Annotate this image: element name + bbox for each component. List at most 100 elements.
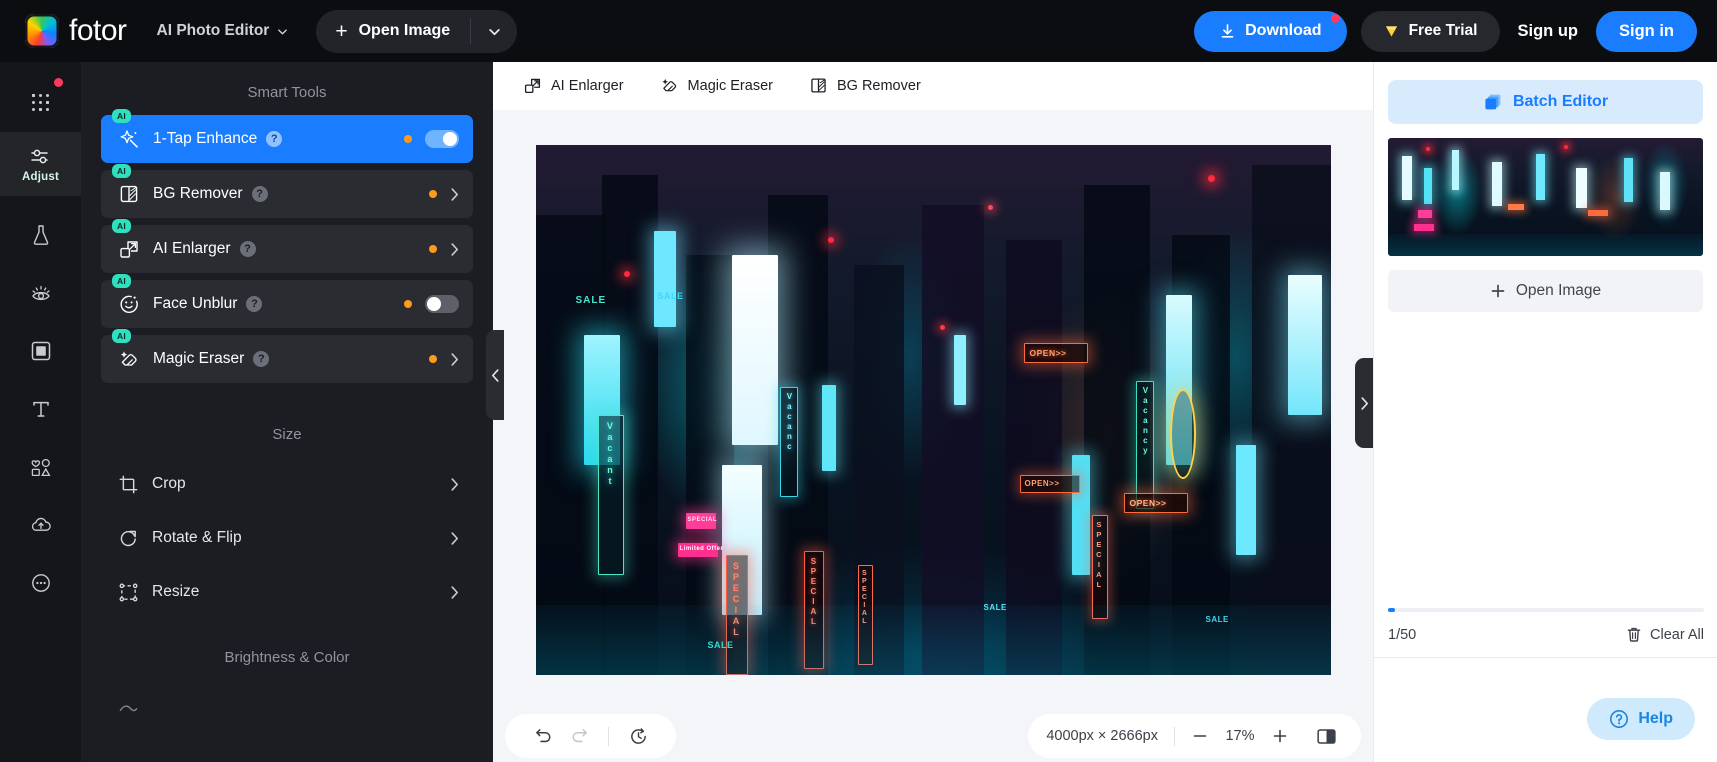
- toggle-knob: [427, 297, 441, 311]
- sidebar-item-apps[interactable]: [0, 74, 81, 132]
- canvas-tool-bg-remover[interactable]: BG Remover: [791, 62, 939, 110]
- panel-item-resize[interactable]: Resize: [101, 565, 473, 619]
- chevron-right-icon[interactable]: [450, 187, 459, 202]
- tool-row-1-tap-enhance[interactable]: AI 1-Tap Enhance ?: [101, 109, 473, 163]
- sliders-icon: [30, 149, 48, 163]
- help-icon[interactable]: ?: [251, 186, 268, 202]
- download-button[interactable]: Download: [1194, 10, 1347, 52]
- canvas-toolbar: AI Enlarger Magic Eraser BG Remover: [493, 62, 1373, 110]
- redo-button[interactable]: [563, 720, 595, 752]
- zoom-in-button[interactable]: [1263, 719, 1297, 753]
- chevron-right-icon[interactable]: [450, 352, 459, 367]
- chevron-left-icon: [491, 368, 499, 382]
- scrollbar-thumb[interactable]: [1388, 608, 1395, 612]
- chevron-down-icon: [488, 28, 500, 35]
- batch-editor-button[interactable]: Batch Editor: [1388, 80, 1703, 124]
- open-image-button[interactable]: + Open Image: [316, 10, 470, 53]
- brand[interactable]: fotor: [25, 14, 127, 48]
- canvas-tool-ai-enlarger[interactable]: AI Enlarger: [505, 62, 642, 110]
- sidebar-item-frame[interactable]: [0, 322, 81, 380]
- panel-item-rotate-flip[interactable]: Rotate & Flip: [101, 511, 473, 565]
- crop-icon: [119, 475, 138, 493]
- edited-image[interactable]: Vacant Vacanc SPECIAL SPECIAL SPECIAL SP…: [535, 145, 1331, 675]
- zoom-value[interactable]: 17%: [1219, 728, 1261, 744]
- plus-icon: +: [335, 19, 348, 43]
- sidebar-item-effects[interactable]: [0, 206, 81, 264]
- help-icon[interactable]: ?: [266, 131, 283, 147]
- left-rail: Adjust: [0, 62, 81, 762]
- image-dimensions: 4000px × 2666px: [1046, 728, 1158, 744]
- tool-row-face-unblur[interactable]: AI Face Unblur ?: [101, 274, 473, 328]
- open-image-button-right[interactable]: Open Image: [1388, 270, 1703, 312]
- panel-item-partial[interactable]: [101, 680, 473, 734]
- chevron-right-icon[interactable]: [450, 585, 459, 600]
- chevron-right-icon[interactable]: [450, 242, 459, 257]
- batch-count: 1/50: [1388, 626, 1417, 643]
- chevron-right-icon[interactable]: [450, 477, 459, 492]
- collapse-panel-handle[interactable]: [486, 330, 504, 420]
- mode-selector[interactable]: AI Photo Editor: [157, 22, 289, 40]
- pro-dot: [404, 300, 412, 308]
- open-image-group: + Open Image: [316, 9, 518, 53]
- tools-panel: Smart Tools AI 1-Tap Enhance ? AI BG Rem…: [81, 62, 493, 762]
- free-trial-button[interactable]: Free Trial: [1360, 10, 1500, 52]
- eraser-icon: [120, 351, 137, 366]
- chevron-right-icon[interactable]: [450, 531, 459, 546]
- zoom-controls: 4000px × 2666px 17%: [1028, 714, 1361, 758]
- face-smile-icon: [120, 295, 138, 314]
- clear-all-button[interactable]: Clear All: [1626, 626, 1704, 643]
- zoom-out-button[interactable]: [1183, 719, 1217, 753]
- tool-controls: [429, 352, 459, 367]
- tool-row-magic-eraser[interactable]: AI Magic Eraser ?: [101, 329, 473, 383]
- undo-icon: [535, 728, 551, 742]
- list-item[interactable]: [1388, 138, 1703, 256]
- tool-row-bg-remover[interactable]: AI BG Remover ?: [101, 164, 473, 218]
- sign-in-button[interactable]: Sign in: [1596, 10, 1697, 52]
- sidebar-item-retouch[interactable]: [0, 264, 81, 322]
- clear-all-label: Clear All: [1650, 626, 1704, 643]
- tool-toggle[interactable]: [425, 295, 459, 313]
- minus-icon: [1193, 735, 1207, 737]
- panel-item-controls: [450, 531, 459, 546]
- sidebar-item-more[interactable]: [0, 554, 81, 612]
- tool-toggle[interactable]: [425, 130, 459, 148]
- sign-up-button[interactable]: Sign up: [1514, 22, 1583, 41]
- pro-dot: [404, 135, 412, 143]
- panel-item-controls: [450, 477, 459, 492]
- chevron-right-icon: [1360, 396, 1368, 410]
- help-icon[interactable]: ?: [239, 241, 256, 257]
- pro-dot: [429, 355, 437, 363]
- bg-remover-icon: [811, 78, 826, 93]
- panel-item-crop[interactable]: Crop: [101, 457, 473, 511]
- plus-icon: [1491, 284, 1505, 298]
- sidebar-item-cloud-upload[interactable]: [0, 496, 81, 554]
- sidebar-item-elements[interactable]: [0, 438, 81, 496]
- canvas-stage[interactable]: Vacant Vacanc SPECIAL SPECIAL SPECIAL SP…: [493, 110, 1373, 710]
- help-icon[interactable]: ?: [253, 351, 270, 367]
- thumbnail-list: [1388, 138, 1703, 256]
- help-button[interactable]: Help: [1587, 698, 1695, 740]
- flask-effects-icon: [33, 225, 48, 245]
- tool-label: BG Remover: [153, 185, 243, 202]
- history-button[interactable]: [622, 720, 654, 752]
- ai-badge: AI: [112, 109, 131, 123]
- batch-count-row: 1/50 Clear All: [1388, 626, 1704, 657]
- sidebar-item-text[interactable]: [0, 380, 81, 438]
- canvas-tool-magic-eraser[interactable]: Magic Eraser: [642, 62, 791, 110]
- download-notification-dot: [1330, 13, 1340, 23]
- tool-label: Magic Eraser: [153, 350, 245, 367]
- batch-scrollbar[interactable]: [1388, 608, 1704, 612]
- help-label: Help: [1638, 710, 1673, 727]
- open-image-dropdown-button[interactable]: [471, 10, 517, 53]
- sidebar-item-adjust[interactable]: Adjust: [0, 132, 81, 196]
- tool-row-ai-enlarger[interactable]: AI AI Enlarger ?: [101, 219, 473, 273]
- history-controls: [505, 714, 676, 758]
- undo-button[interactable]: [527, 720, 559, 752]
- help-icon[interactable]: ?: [246, 296, 263, 312]
- ai-badge: AI: [112, 329, 131, 343]
- expand-right-panel-handle[interactable]: [1355, 358, 1373, 448]
- compare-button[interactable]: [1309, 719, 1343, 753]
- basic-adjust-icon: [119, 704, 138, 711]
- size-heading: Size: [272, 426, 302, 443]
